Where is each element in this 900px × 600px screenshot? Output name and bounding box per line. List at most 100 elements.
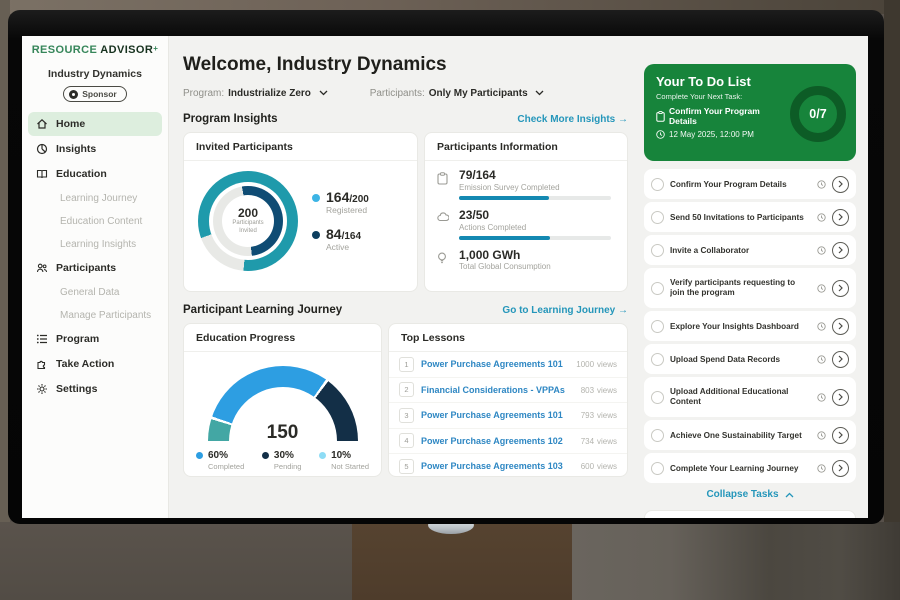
sidebar-item-insights[interactable]: Insights (28, 137, 162, 161)
legend-completed: 60% Completed (196, 450, 244, 471)
sidebar-item-label: Manage Participants (60, 310, 151, 321)
sidebar-item-education[interactable]: Education (28, 162, 162, 186)
clock-icon (656, 130, 665, 139)
task-verify-participants[interactable]: Verify participants requesting to join t… (644, 268, 856, 308)
resource-advisor-logo: RESOURCE ADVISOR+ (22, 44, 168, 56)
checkbox[interactable] (651, 282, 664, 295)
participants-filter-value: Only My Participants (429, 88, 528, 99)
sidebar-item-general-data[interactable]: General Data (28, 281, 162, 303)
participants-filter[interactable]: Participants:Only My Participants (370, 88, 545, 99)
todo-title: Your To Do List (656, 74, 790, 89)
background-bottom-right (572, 522, 900, 600)
lesson-link[interactable]: Power Purchase Agreements 102 (421, 436, 574, 446)
chevron-right-icon[interactable] (832, 460, 849, 477)
sidebar-item-participants[interactable]: Participants (28, 256, 162, 280)
participants-icon (36, 262, 48, 274)
checkbox[interactable] (651, 178, 664, 191)
chevron-right-icon[interactable] (832, 351, 849, 368)
task-confirm-program[interactable]: Confirm Your Program Details (644, 169, 856, 199)
education-progress-card: Education Progress 150 Participants 60% (183, 323, 382, 477)
sidebar-item-take-action[interactable]: Take Action (28, 352, 162, 376)
todo-panel: Your To Do List Complete Your Next Task:… (644, 64, 856, 518)
sidebar-item-learning-insights[interactable]: Learning Insights (28, 233, 162, 255)
take-action-icon (36, 358, 48, 370)
task-explore-insights[interactable]: Explore Your Insights Dashboard (644, 311, 856, 341)
checkbox[interactable] (651, 429, 664, 442)
lesson-link[interactable]: Power Purchase Agreements 103 (421, 461, 574, 471)
task-complete-learning-journey[interactable]: Complete Your Learning Journey (644, 453, 856, 483)
chevron-right-icon[interactable] (832, 176, 849, 193)
invited-donut-chart: 200 Participants Invited (198, 171, 298, 271)
sidebar-item-home[interactable]: Home (28, 112, 162, 136)
task-send-invitations[interactable]: Send 50 Invitations to Participants (644, 202, 856, 232)
education-gauge-chart: 150 Participants (208, 366, 358, 442)
clock-icon (817, 284, 826, 293)
card-title: Participants Information (425, 133, 627, 161)
lightbulb-icon (437, 249, 451, 265)
program-filter[interactable]: Program:Industrialize Zero (183, 88, 328, 99)
lesson-link[interactable]: Financial Considerations - VPPAs (421, 385, 574, 395)
lesson-row[interactable]: 2 Financial Considerations - VPPAs 803 v… (389, 377, 627, 403)
checkbox[interactable] (651, 353, 664, 366)
check-more-insights-link[interactable]: Check More Insights → (517, 114, 628, 125)
task-invite-collaborator[interactable]: Invite a Collaborator (644, 235, 856, 265)
rank-badge: 5 (399, 459, 414, 474)
lesson-row[interactable]: 3 Power Purchase Agreements 101 793 view… (389, 402, 627, 428)
checkbox[interactable] (651, 462, 664, 475)
recent-news-card: Recent News (644, 510, 856, 518)
sidebar-item-settings[interactable]: Settings (28, 377, 162, 401)
lesson-row[interactable]: 1 Power Purchase Agreements 101 1000 vie… (389, 352, 627, 377)
actions-progress-bar (459, 236, 611, 240)
lesson-row[interactable]: 4 Power Purchase Agreements 102 734 view… (389, 428, 627, 454)
checkbox[interactable] (651, 320, 664, 333)
donut-legend: 164/200 Registered 84/164 Active (312, 190, 369, 253)
chevron-right-icon[interactable] (832, 427, 849, 444)
rank-badge: 4 (399, 433, 414, 448)
chevron-right-icon[interactable] (832, 209, 849, 226)
sidebar-item-label: General Data (60, 287, 119, 298)
chevron-right-icon[interactable] (832, 318, 849, 335)
clock-icon (817, 213, 826, 222)
chevron-right-icon[interactable] (832, 389, 849, 406)
program-icon (36, 333, 48, 345)
rank-badge: 1 (399, 357, 414, 372)
filter-bar: Program:Industrialize Zero Participants:… (183, 88, 628, 99)
lesson-row[interactable]: 5 Power Purchase Agreements 103 600 view… (389, 453, 627, 477)
main-content: Welcome, Industry Dynamics Program:Indus… (169, 36, 636, 518)
lesson-link[interactable]: Power Purchase Agreements 101 (421, 359, 569, 369)
arrow-right-icon: → (618, 114, 628, 125)
task-upload-spend-data[interactable]: Upload Spend Data Records (644, 344, 856, 374)
actions-icon (437, 209, 451, 222)
lesson-link[interactable]: Power Purchase Agreements 101 (421, 410, 574, 420)
home-icon (36, 118, 48, 130)
chevron-down-icon (535, 90, 544, 96)
sponsor-badge[interactable]: Sponsor (63, 86, 126, 102)
legend-pending: 30% Pending (262, 450, 302, 471)
checkbox[interactable] (651, 244, 664, 257)
card-title: Education Progress (184, 324, 381, 352)
go-to-learning-journey-link[interactable]: Go to Learning Journey → (502, 305, 628, 316)
sidebar-item-education-content[interactable]: Education Content (28, 210, 162, 232)
program-insights-header: Program Insights Check More Insights → (183, 113, 628, 125)
education-icon (36, 168, 48, 180)
checkbox[interactable] (651, 391, 664, 404)
collapse-tasks-link[interactable]: Collapse Tasks (644, 489, 856, 500)
learning-cards-row: Education Progress 150 Participants 60% (183, 323, 628, 477)
sidebar-item-program[interactable]: Program (28, 327, 162, 351)
sidebar-item-manage-participants[interactable]: Manage Participants (28, 304, 162, 326)
sidebar-item-label: Participants (56, 262, 116, 274)
active-dot-icon (312, 231, 320, 239)
chevron-right-icon[interactable] (832, 242, 849, 259)
sidebar-item-learning-journey[interactable]: Learning Journey (28, 187, 162, 209)
chevron-right-icon[interactable] (832, 280, 849, 297)
invited-participants-card: Invited Participants 200 Participants In (183, 132, 418, 292)
metric-actions: 23/50 Actions Completed (437, 209, 615, 240)
clock-icon (817, 464, 826, 473)
task-list: Confirm Your Program Details Send 50 Inv… (644, 169, 856, 483)
task-upload-educational-content[interactable]: Upload Additional Educational Content (644, 377, 856, 417)
task-achieve-target[interactable]: Achieve One Sustainability Target (644, 420, 856, 450)
checkbox[interactable] (651, 211, 664, 224)
todo-subtitle: Complete Your Next Task: (656, 92, 790, 101)
gauge-center-value: 150 (267, 423, 299, 442)
completed-dot-icon (196, 452, 203, 459)
